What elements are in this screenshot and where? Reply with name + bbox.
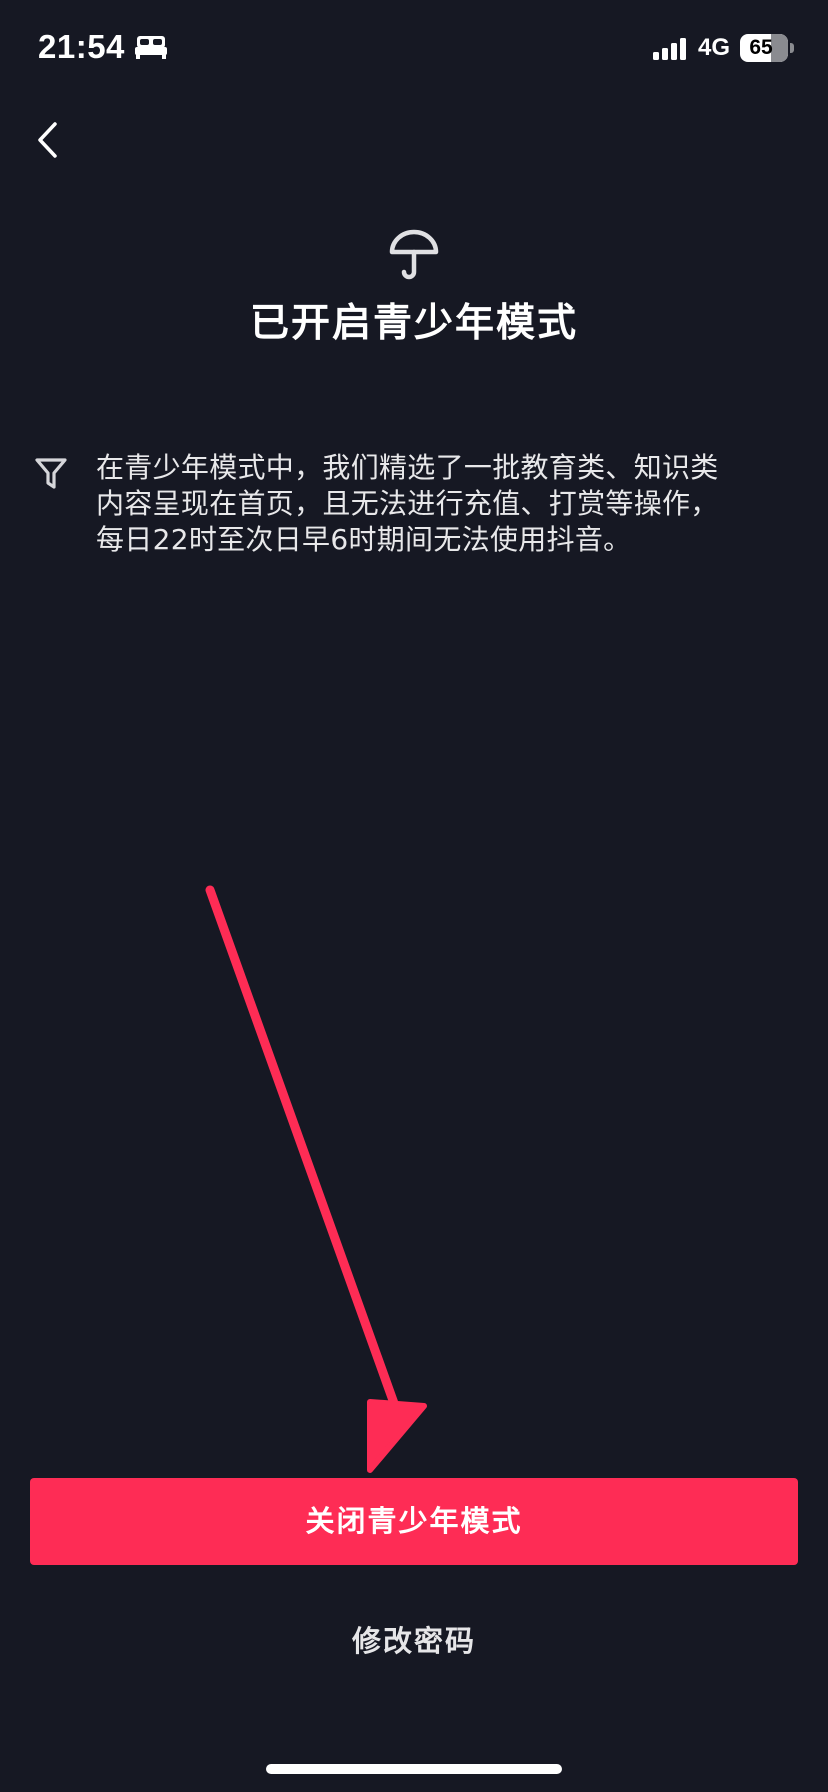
signal-icon bbox=[653, 38, 686, 60]
close-teen-mode-button[interactable]: 关闭青少年模式 bbox=[30, 1478, 798, 1565]
page-title: 已开启青少年模式 bbox=[249, 301, 578, 346]
battery-icon: 65 bbox=[740, 34, 794, 62]
bed-icon bbox=[135, 36, 167, 59]
info-line: 每日22时至次日早6时期间无法使用抖音。 bbox=[96, 523, 632, 556]
battery-percent: 65 bbox=[749, 36, 773, 59]
change-password-link[interactable]: 修改密码 bbox=[264, 1616, 564, 1666]
info-line: 在青少年模式中，我们精选了一批教育类、知识类 bbox=[96, 451, 719, 484]
filter-icon bbox=[35, 458, 67, 489]
umbrella-icon bbox=[389, 229, 439, 280]
home-indicator[interactable] bbox=[266, 1764, 562, 1774]
network-type: 4G bbox=[698, 34, 731, 61]
status-time: 21:54 bbox=[38, 28, 125, 65]
back-button[interactable] bbox=[28, 116, 68, 164]
info-text: 在青少年模式中，我们精选了一批教育类、知识类 内容呈现在首页，且无法进行充值、打… bbox=[96, 450, 816, 558]
battery-body: 65 bbox=[740, 34, 788, 62]
annotation-arrow-shaft bbox=[205, 885, 405, 1425]
annotation-arrow-head bbox=[367, 1399, 427, 1473]
status-bar: 21:54 4G 65 bbox=[0, 0, 828, 100]
info-line: 内容呈现在首页，且无法进行充值、打赏等操作， bbox=[96, 487, 719, 520]
battery-cap bbox=[790, 43, 794, 53]
chevron-left-icon bbox=[38, 122, 57, 158]
